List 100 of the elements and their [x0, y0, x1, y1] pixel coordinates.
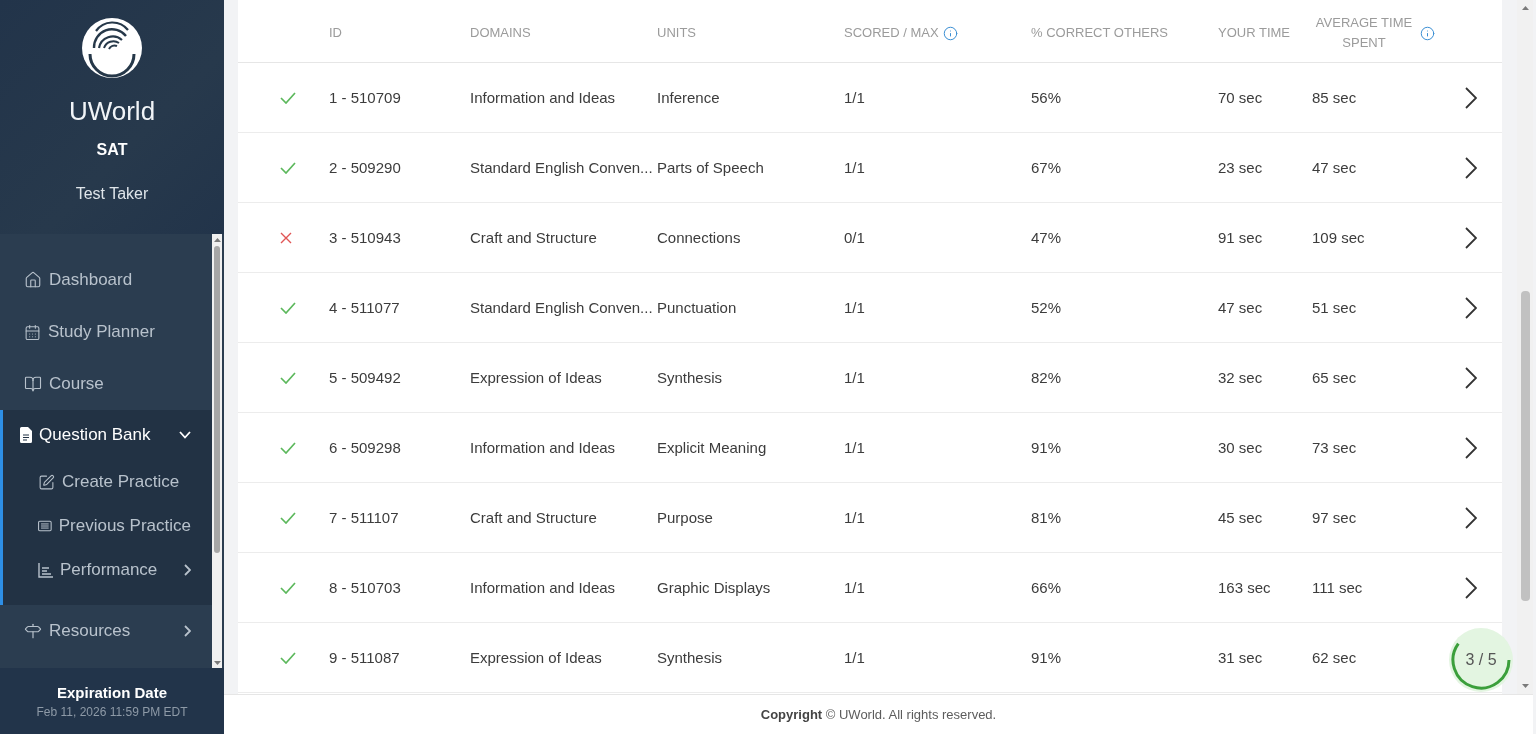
sidebar-item[interactable]: Study Planner	[0, 306, 212, 358]
table-cell: 47 sec	[1218, 299, 1263, 316]
table-cell: 163 sec	[1218, 579, 1271, 596]
scrollbar-thumb[interactable]	[214, 246, 220, 553]
table-cell: 7 - 511107	[329, 509, 399, 526]
info-icon[interactable]	[1420, 25, 1435, 41]
product-name: SAT	[96, 140, 128, 160]
scroll-up-arrow-icon[interactable]	[1521, 6, 1529, 10]
table-cell: 1/1	[844, 439, 865, 456]
table-cell: 81%	[1031, 509, 1062, 526]
list-icon	[38, 519, 52, 533]
table-cell: 91%	[1031, 439, 1062, 456]
expiration-date: Feb 11, 2026 11:59 PM EDT	[36, 704, 188, 720]
table-cell: Explicit Meaning	[657, 439, 767, 456]
chevron-right-icon[interactable]	[1465, 296, 1477, 319]
table-cell: 56%	[1031, 89, 1062, 106]
chevron-right-icon[interactable]	[1465, 156, 1477, 179]
progress-count: 3 / 5	[1465, 651, 1497, 669]
table-cell: 62 sec	[1312, 649, 1357, 666]
chevron-down-icon[interactable]	[179, 431, 191, 439]
table-cell: 51 sec	[1312, 299, 1357, 316]
table-cell: 91 sec	[1218, 229, 1263, 246]
scroll-up-arrow-icon[interactable]	[213, 238, 221, 242]
table-cell: 1 - 510709	[329, 89, 401, 106]
table-cell: Information and Ideas	[470, 439, 616, 456]
scrollbar-thumb[interactable]	[1520, 291, 1530, 601]
table-cell: 45 sec	[1218, 509, 1263, 526]
table-cell: Expression of Ideas	[470, 369, 602, 386]
table-cell: 9 - 511087	[329, 649, 400, 666]
swirl-logo-icon	[82, 18, 142, 78]
copyright-text: Copyright © UWorld. All rights reserved.	[760, 707, 997, 722]
chart-icon	[38, 562, 53, 578]
chevron-right-icon[interactable]	[1465, 86, 1477, 109]
column-header: % CORRECT OTHERS	[1031, 24, 1168, 42]
table-cell: Punctuation	[657, 299, 737, 316]
sidebar-item[interactable]: Resources	[0, 605, 212, 657]
signpost-icon	[24, 622, 42, 640]
table-cell: 109 sec	[1312, 229, 1365, 246]
calendar-icon	[24, 323, 41, 341]
table-cell: 1/1	[844, 299, 865, 316]
table-cell: Standard English Conven...	[470, 159, 653, 176]
document-icon	[20, 427, 32, 443]
table-cell: Craft and Structure	[470, 509, 597, 526]
table-cell: 32 sec	[1218, 369, 1263, 386]
column-header: AVERAGE TIME SPENT	[1314, 14, 1414, 52]
table-cell: 111 sec	[1312, 579, 1363, 596]
brand-name: UWorld	[68, 95, 156, 128]
house-icon	[24, 271, 42, 289]
table-cell: Standard English Conven...	[470, 299, 653, 316]
table-cell: 1/1	[844, 649, 865, 666]
info-icon[interactable]	[942, 25, 958, 41]
table-cell: 31 sec	[1218, 649, 1263, 666]
column-header: DOMAINS	[470, 24, 531, 42]
table-cell: 23 sec	[1218, 159, 1263, 176]
table-cell: Expression of Ideas	[470, 649, 602, 666]
table-cell: 47%	[1031, 229, 1062, 246]
chevron-right-icon[interactable]	[1465, 506, 1477, 529]
chevron-right-icon[interactable]	[1465, 576, 1477, 599]
table-cell: Purpose	[657, 509, 713, 526]
chevron-right-icon[interactable]	[1465, 226, 1477, 249]
table-cell: 8 - 510703	[329, 579, 401, 596]
scroll-down-arrow-icon[interactable]	[1521, 684, 1529, 688]
sidebar-item[interactable]: Create Practice	[3, 460, 212, 504]
table-cell: Craft and Structure	[470, 229, 597, 246]
chevron-right-icon[interactable]	[1465, 366, 1477, 389]
table-cell: 47 sec	[1312, 159, 1357, 176]
sidebar-item[interactable]: Dashboard	[0, 254, 212, 306]
scrollbar[interactable]	[1517, 0, 1533, 694]
sidebar-item[interactable]: Question Bank	[3, 410, 212, 460]
column-header: YOUR TIME	[1218, 24, 1290, 42]
user-name: Test Taker	[75, 184, 149, 204]
scrollbar[interactable]	[212, 234, 222, 668]
table-cell: 1/1	[844, 369, 865, 386]
table-cell: Graphic Displays	[657, 579, 771, 596]
sidebar-item[interactable]: Course	[0, 358, 212, 410]
table-cell: 85 sec	[1312, 89, 1357, 106]
table-cell: 97 sec	[1312, 509, 1357, 526]
scroll-down-arrow-icon[interactable]	[213, 661, 221, 665]
table-cell: 1/1	[844, 159, 865, 176]
table-cell: 82%	[1031, 369, 1062, 386]
table-cell: Connections	[657, 229, 741, 246]
table-cell: 1/1	[844, 579, 865, 596]
table-cell: Parts of Speech	[657, 159, 764, 176]
chevron-right-icon[interactable]	[1465, 436, 1477, 459]
table-cell: 70 sec	[1218, 89, 1263, 106]
column-header: SCORED / MAX	[844, 24, 939, 42]
table-cell: 1/1	[844, 509, 865, 526]
table-cell: 4 - 511077	[329, 299, 400, 316]
table-cell: Information and Ideas	[470, 89, 616, 106]
table-cell: 65 sec	[1312, 369, 1357, 386]
sidebar-item[interactable]: Performance	[3, 548, 212, 592]
sidebar-item[interactable]: Previous Practice	[3, 504, 212, 548]
table-cell: Inference	[657, 89, 720, 106]
table-cell: 67%	[1031, 159, 1062, 176]
table-cell: Information and Ideas	[470, 579, 616, 596]
edit-icon	[38, 473, 55, 491]
progress-ring[interactable]	[1449, 628, 1513, 692]
table-cell: Synthesis	[657, 649, 723, 666]
table-cell: 6 - 509298	[329, 439, 401, 456]
column-header: UNITS	[657, 24, 696, 42]
